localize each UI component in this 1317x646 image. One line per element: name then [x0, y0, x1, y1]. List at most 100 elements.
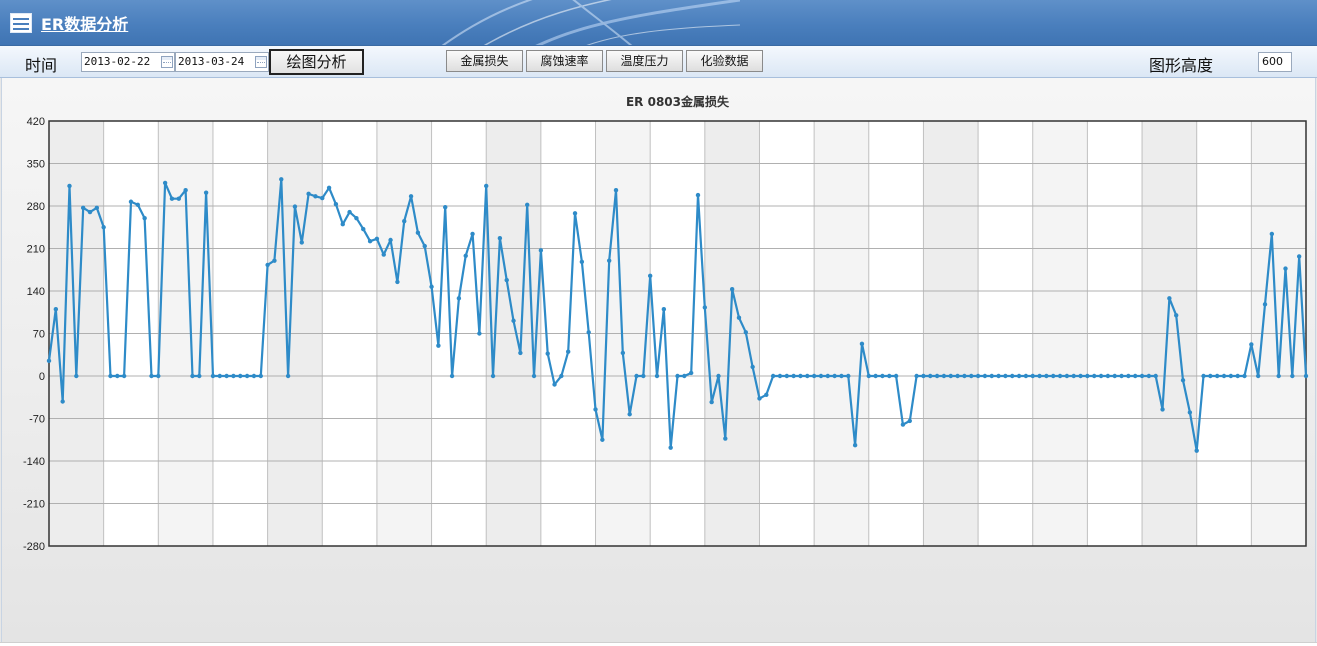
data-point	[388, 237, 393, 243]
data-point	[470, 231, 475, 237]
data-point	[1133, 373, 1138, 379]
data-point	[1003, 373, 1008, 379]
y-tick-label: 420	[27, 116, 45, 128]
data-point	[531, 373, 537, 379]
data-point	[866, 373, 871, 379]
data-point	[285, 373, 291, 379]
start-date-value: 2013-02-22	[84, 55, 151, 68]
data-point	[449, 373, 455, 379]
data-point	[484, 183, 489, 189]
data-point	[367, 239, 373, 244]
data-point	[80, 205, 86, 211]
y-tick-label: 210	[27, 244, 45, 256]
tab-lab-data-button[interactable]: 化验数据	[686, 50, 763, 72]
data-point	[1126, 373, 1131, 379]
data-point	[1235, 373, 1240, 379]
table-grid-icon	[10, 13, 32, 33]
tab-corrosion-rate-button[interactable]: 腐蚀速率	[526, 50, 603, 72]
data-point	[361, 226, 366, 232]
data-point	[818, 373, 824, 379]
data-point	[825, 373, 830, 379]
tab-temperature-pressure-button[interactable]: 温度压力	[606, 50, 683, 72]
draw-analysis-button[interactable]: 绘图分析	[269, 49, 364, 75]
data-point	[593, 407, 598, 412]
data-point	[1037, 373, 1042, 379]
data-point	[1228, 373, 1234, 379]
chart-title: ER 0803金属损失	[626, 94, 730, 109]
data-point	[497, 235, 503, 241]
start-date-input[interactable]: 2013-02-22	[81, 52, 175, 72]
data-point	[115, 373, 120, 379]
data-point	[1262, 302, 1268, 307]
data-point	[921, 373, 926, 379]
data-point	[456, 296, 462, 301]
data-point	[962, 373, 967, 379]
data-point	[709, 399, 714, 405]
data-point	[1139, 373, 1145, 379]
data-point	[1057, 373, 1063, 379]
data-point	[169, 196, 175, 201]
app-title[interactable]: ER数据分析	[41, 11, 128, 35]
data-point	[846, 373, 851, 379]
data-point	[647, 273, 653, 279]
data-point	[1255, 373, 1261, 379]
data-point	[1290, 373, 1295, 379]
data-point	[1303, 373, 1309, 379]
data-point	[839, 373, 844, 379]
tab-metal-loss-button[interactable]: 金属损失	[446, 50, 523, 72]
time-label: 时间	[25, 56, 58, 75]
calendar-icon[interactable]	[255, 56, 267, 68]
data-point	[87, 209, 93, 215]
data-point	[1187, 410, 1193, 415]
chart-panel: 420 350 280 210 140 70 0 -70 -140 -210 -280 ER 0803…	[1, 78, 1316, 642]
data-point	[1078, 373, 1083, 379]
data-point	[1296, 254, 1302, 259]
data-point	[1146, 373, 1152, 379]
data-point	[422, 243, 427, 249]
data-point	[757, 396, 762, 401]
data-point	[326, 185, 332, 190]
data-point	[969, 373, 974, 379]
data-point	[900, 422, 906, 427]
data-point	[750, 364, 755, 370]
data-point	[600, 437, 605, 442]
data-point	[1214, 373, 1220, 379]
data-point	[258, 373, 263, 379]
data-point	[654, 373, 660, 379]
data-point	[955, 373, 960, 379]
data-point	[46, 358, 52, 364]
data-point	[313, 194, 318, 199]
data-point	[1112, 373, 1117, 379]
y-tick-label: 0	[39, 371, 45, 383]
data-point	[183, 188, 188, 193]
data-point	[53, 307, 59, 312]
data-point	[511, 318, 516, 323]
data-point	[770, 373, 776, 379]
data-point	[463, 253, 468, 258]
data-point	[306, 191, 311, 197]
data-point	[299, 240, 304, 245]
data-point	[443, 205, 448, 210]
y-tick-label: 280	[27, 201, 45, 213]
chart-height-input[interactable]: 600	[1258, 52, 1292, 72]
data-point	[176, 196, 181, 201]
data-point	[572, 211, 578, 216]
data-point	[716, 373, 721, 379]
status-bar	[0, 642, 1317, 646]
data-point	[627, 412, 632, 417]
data-point	[1105, 373, 1111, 379]
data-point	[238, 373, 243, 379]
data-point	[74, 373, 79, 379]
y-tick-label: -140	[23, 456, 45, 468]
y-tick-label: 140	[27, 286, 45, 298]
data-point	[559, 373, 564, 379]
data-point	[142, 215, 147, 221]
end-date-input[interactable]: 2013-03-24	[175, 52, 269, 72]
data-point	[1221, 373, 1227, 379]
data-point	[880, 373, 885, 379]
data-point	[244, 373, 250, 379]
calendar-icon[interactable]	[161, 56, 173, 68]
data-point	[1160, 407, 1165, 412]
data-point	[1269, 231, 1275, 237]
data-point	[798, 373, 803, 379]
